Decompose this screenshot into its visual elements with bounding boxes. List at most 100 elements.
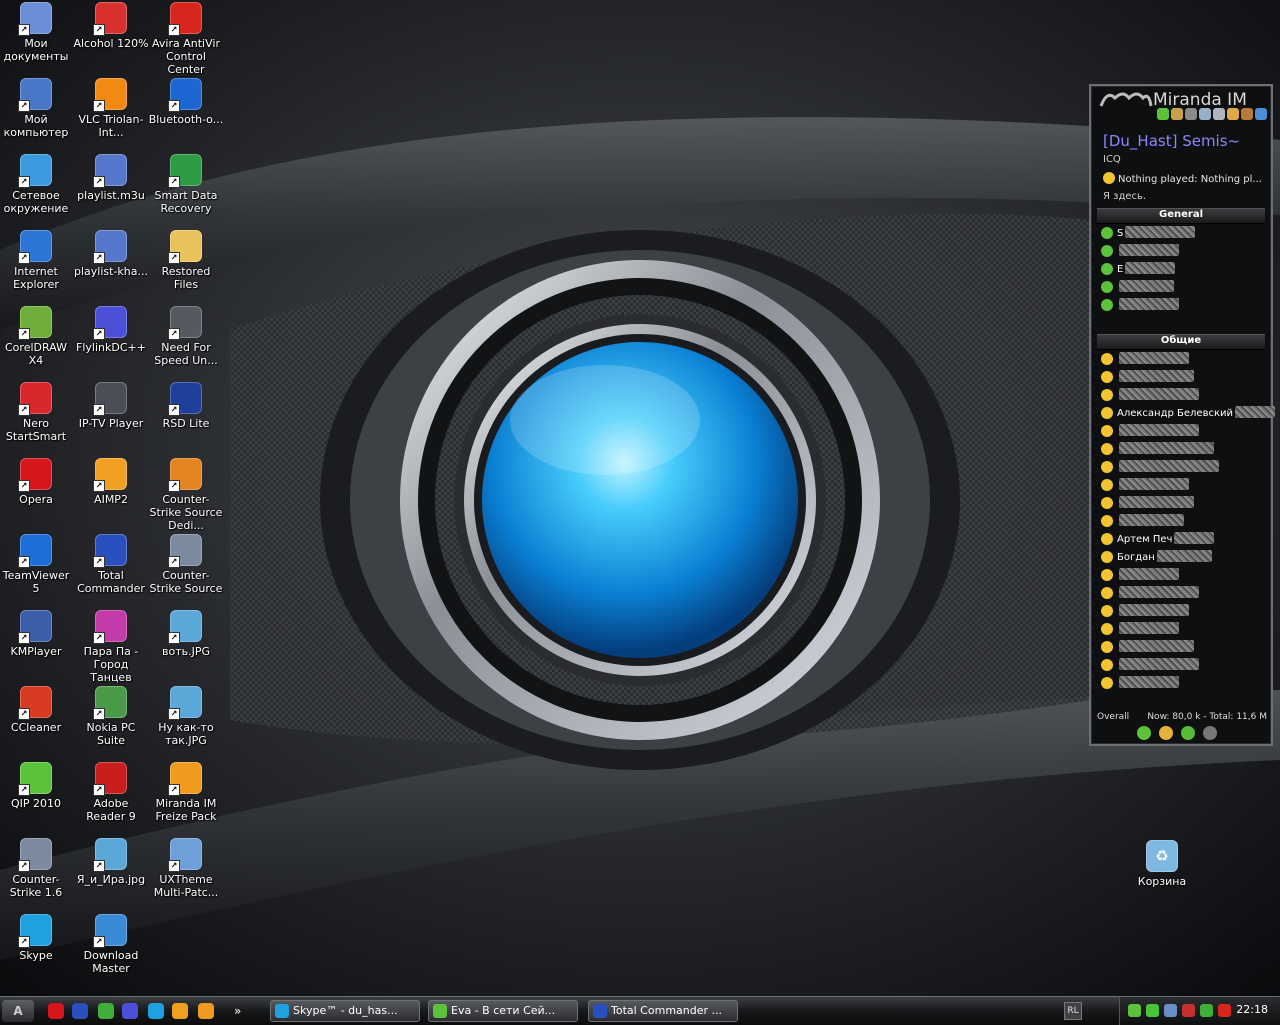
desktop-icon-uxtheme[interactable]: ↗ UXTheme Multi-Patc... bbox=[148, 836, 224, 899]
desktop-icon-folder[interactable]: ↗ Restored Files bbox=[148, 228, 224, 291]
desktop-icon-nfs[interactable]: ↗ Need For Speed Un... bbox=[148, 304, 224, 367]
desktop-icon-nero[interactable]: ↗ Nero StartSmart bbox=[0, 380, 74, 443]
tray-qip-icon[interactable] bbox=[1128, 1004, 1141, 1017]
quicklaunch-opera-icon[interactable] bbox=[48, 1003, 64, 1019]
find-icon[interactable] bbox=[1241, 108, 1253, 120]
desktop-icon-flylink[interactable]: ↗ FlylinkDC++ bbox=[73, 304, 149, 354]
desktop-icon-documents-folder[interactable]: ↗ Мои документы bbox=[0, 0, 74, 63]
own-nickname[interactable]: [Du_Hast] Semis~ bbox=[1103, 132, 1240, 150]
contact-row[interactable]: Е bbox=[1101, 262, 1265, 278]
bird-icon[interactable] bbox=[1203, 726, 1217, 740]
contact-row[interactable] bbox=[1101, 676, 1265, 692]
desktop-icon-image-file[interactable]: ↗ воть.JPG bbox=[148, 608, 224, 658]
options-icon[interactable] bbox=[1199, 108, 1211, 120]
tray-network-icon[interactable] bbox=[1164, 1004, 1177, 1017]
desktop-icon-skype[interactable]: ↗ Skype bbox=[0, 912, 74, 962]
desktop-icon-media-file[interactable]: ↗ playlist.m3u bbox=[73, 152, 149, 202]
contact-row[interactable] bbox=[1101, 568, 1265, 584]
contact-row[interactable] bbox=[1101, 640, 1265, 656]
desktop-icon-adobe-reader[interactable]: ↗ Adobe Reader 9 bbox=[73, 760, 149, 823]
contact-row[interactable]: Александр Белевский bbox=[1101, 406, 1276, 422]
contact-row[interactable]: S bbox=[1101, 226, 1265, 242]
task-button-total-commander[interactable]: Total Commander ... bbox=[588, 1000, 738, 1022]
contact-row[interactable] bbox=[1101, 442, 1265, 458]
quicklaunch-miranda-icon[interactable] bbox=[198, 1003, 214, 1019]
quicklaunch-skype-icon[interactable] bbox=[148, 1003, 164, 1019]
recycle-bin[interactable]: ♻ Корзина bbox=[1124, 838, 1200, 888]
task-button-eva[interactable]: Eva - В сети Сей... bbox=[428, 1000, 578, 1022]
desktop-icon-coreldraw[interactable]: ↗ CorelDRAW X4 bbox=[0, 304, 74, 367]
contact-row[interactable] bbox=[1101, 298, 1265, 314]
clock[interactable]: 22:18 bbox=[1236, 1003, 1268, 1016]
desktop-icon-vlc-cone[interactable]: ↗ VLC Triolan-Int... bbox=[73, 76, 149, 139]
desktop-icon-parapa[interactable]: ↗ Пара Па - Город Танцев bbox=[73, 608, 149, 684]
online-status-icon[interactable] bbox=[1137, 726, 1151, 740]
desktop-icon-bluetooth[interactable]: ↗ Bluetooth-о... bbox=[148, 76, 224, 126]
quicklaunch-flylink-icon[interactable] bbox=[122, 1003, 138, 1019]
desktop-icon-counter-strike[interactable]: ↗ Counter-Strike 1.6 bbox=[0, 836, 74, 899]
minimize-icon[interactable] bbox=[1255, 108, 1267, 120]
desktop-icon-counter-strike[interactable]: ↗ Counter-Strike Source bbox=[148, 532, 224, 595]
icq-status-icon[interactable] bbox=[1159, 726, 1173, 740]
contact-row[interactable] bbox=[1101, 514, 1265, 530]
menu-icon[interactable] bbox=[1171, 108, 1183, 120]
quicklaunch-utorrent-icon[interactable] bbox=[98, 1003, 114, 1019]
tray-antivirus-icon[interactable] bbox=[1182, 1004, 1195, 1017]
miranda-contact-list-window[interactable]: Miranda IM [Du_Hast] Semis~ ICQ Nothing … bbox=[1089, 84, 1276, 746]
status-flower-icon[interactable] bbox=[1157, 108, 1169, 120]
smiley-status-icon[interactable] bbox=[1181, 726, 1195, 740]
desktop-icon-teamviewer[interactable]: ↗ TeamViewer 5 bbox=[0, 532, 74, 595]
language-indicator[interactable]: RL bbox=[1064, 1002, 1082, 1020]
quicklaunch-aimp-icon[interactable] bbox=[172, 1003, 188, 1019]
quicklaunch-more-chevron-icon[interactable]: » bbox=[234, 1003, 250, 1019]
contact-row[interactable] bbox=[1101, 586, 1265, 602]
desktop-icon-network[interactable]: ↗ Сетевое окружение bbox=[0, 152, 74, 215]
contact-row[interactable] bbox=[1101, 658, 1265, 674]
desktop-icon-download-master[interactable]: ↗ Download Master bbox=[73, 912, 149, 975]
status-message[interactable]: Nothing played: Nothing pl... bbox=[1103, 172, 1271, 185]
desktop-icon-media-file[interactable]: ↗ playlist-kha... bbox=[73, 228, 149, 278]
desktop-icon-recovery[interactable]: ↗ Smart Data Recovery bbox=[148, 152, 224, 215]
contact-row[interactable]: Богдан bbox=[1101, 550, 1265, 566]
sound-icon[interactable] bbox=[1185, 108, 1197, 120]
contact-row[interactable] bbox=[1101, 388, 1265, 404]
desktop-icon-total-commander[interactable]: ↗ Total Commander bbox=[73, 532, 149, 595]
contact-row[interactable] bbox=[1101, 244, 1265, 260]
contact-row[interactable] bbox=[1101, 622, 1265, 638]
tray-avira-icon[interactable] bbox=[1218, 1004, 1231, 1017]
desktop-icon-nokia[interactable]: ↗ Nokia PC Suite bbox=[73, 684, 149, 747]
start-button[interactable]: A bbox=[2, 1000, 34, 1022]
contact-row[interactable] bbox=[1101, 604, 1265, 620]
contact-row[interactable] bbox=[1101, 424, 1265, 440]
contact-row[interactable] bbox=[1101, 460, 1265, 476]
task-button-skype[interactable]: Skype™ - du_has... bbox=[270, 1000, 420, 1022]
desktop-icon-aimp[interactable]: ↗ AIMP2 bbox=[73, 456, 149, 506]
desktop-icon-image-file[interactable]: ↗ Ну как-то так.JPG bbox=[148, 684, 224, 747]
desktop-icon-motorola[interactable]: ↗ RSD Lite bbox=[148, 380, 224, 430]
contact-row[interactable] bbox=[1101, 496, 1265, 512]
contact-row[interactable] bbox=[1101, 370, 1265, 386]
desktop-icon-halflife[interactable]: ↗ Counter-Strike Source Dedi... bbox=[148, 456, 224, 532]
contact-row[interactable] bbox=[1101, 352, 1265, 368]
desktop-icon-internet-explorer[interactable]: ↗ Internet Explorer bbox=[0, 228, 74, 291]
desktop-icon-computer[interactable]: ↗ Мой компьютер bbox=[0, 76, 74, 139]
desktop-icon-opera[interactable]: ↗ Opera bbox=[0, 456, 74, 506]
desktop-icon-qip[interactable]: ↗ QIP 2010 bbox=[0, 760, 74, 810]
tray-utorrent-icon[interactable] bbox=[1200, 1004, 1213, 1017]
tray-miranda-icon[interactable] bbox=[1146, 1004, 1159, 1017]
group-general[interactable]: General bbox=[1097, 208, 1265, 224]
add-contact-icon[interactable] bbox=[1227, 108, 1239, 120]
contact-row[interactable] bbox=[1101, 478, 1265, 494]
desktop-icon-avira[interactable]: ↗ Avira AntiVir Control Center bbox=[148, 0, 224, 76]
desktop-icon-miranda[interactable]: ↗ Miranda IM Freize Pack bbox=[148, 760, 224, 823]
desktop-icon-kmplayer[interactable]: ↗ KMPlayer bbox=[0, 608, 74, 658]
contact-row[interactable] bbox=[1101, 280, 1265, 296]
quicklaunch-total-commander-icon[interactable] bbox=[72, 1003, 88, 1019]
group-obshie[interactable]: Общие bbox=[1097, 334, 1265, 350]
desktop-icon-iptv[interactable]: ↗ IP-TV Player bbox=[73, 380, 149, 430]
desktop-icon-ccleaner[interactable]: ↗ CCleaner bbox=[0, 684, 74, 734]
settings-icon[interactable] bbox=[1213, 108, 1225, 120]
desktop-icon-image-file[interactable]: ↗ Я_и_Ира.jpg bbox=[73, 836, 149, 886]
desktop-icon-alcohol[interactable]: ↗ Alcohol 120% bbox=[73, 0, 149, 50]
contact-row[interactable]: Артем Печ bbox=[1101, 532, 1265, 548]
